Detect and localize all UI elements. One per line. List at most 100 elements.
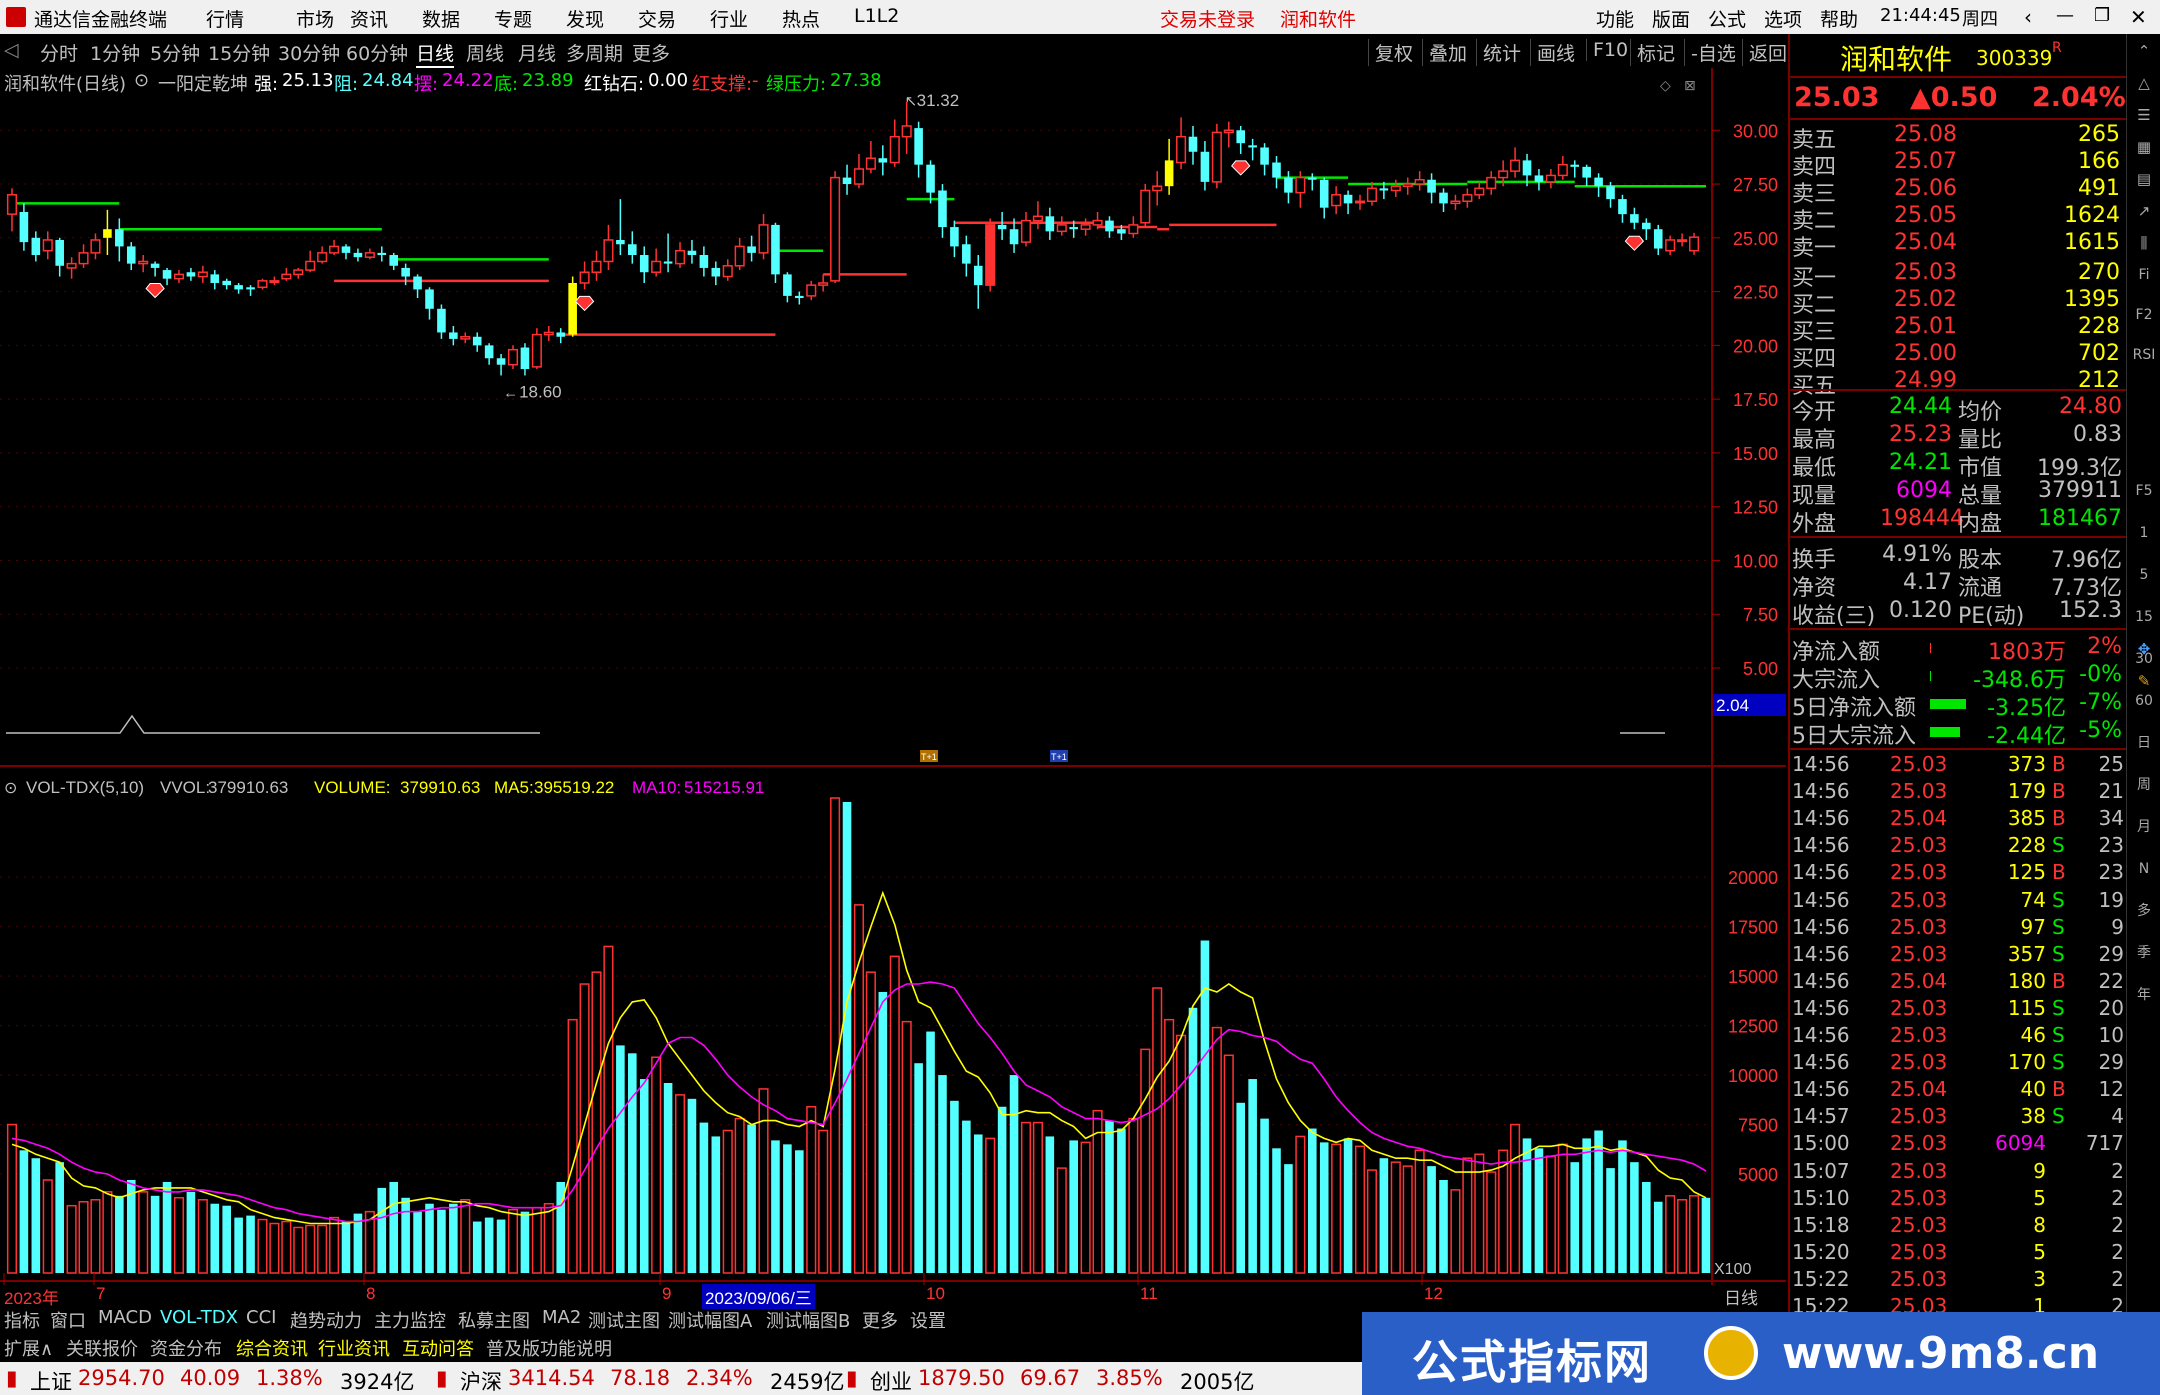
indicator-tab-4[interactable]: CCI (246, 1307, 276, 1328)
indicator-tab-7[interactable]: 私募主图 (458, 1307, 530, 1333)
indicator-tab-8[interactable]: MA2 (542, 1307, 581, 1328)
close-icon[interactable]: ✕ (2130, 5, 2147, 29)
sidebar-item-13[interactable]: 多 (2131, 898, 2157, 924)
period-tab-4[interactable]: 30分钟 (278, 39, 340, 66)
period-tab-10[interactable]: 更多 (632, 39, 670, 66)
indicator-tab-5[interactable]: 趋势动力 (290, 1307, 362, 1333)
period-tab-2[interactable]: 5分钟 (150, 39, 200, 66)
formula-name[interactable]: 一阳定乾坤 (158, 70, 248, 96)
period-tab-0[interactable]: 分时 (40, 39, 78, 66)
sidebar-item-5[interactable]: 5 (2131, 562, 2157, 588)
sidebar-item-1[interactable]: F2 (2131, 302, 2157, 328)
sidebar-item-4[interactable]: 1 (2131, 520, 2157, 546)
period-tab-1[interactable]: 1分钟 (90, 39, 140, 66)
collapse-icon[interactable]: ◁ (4, 39, 19, 61)
login-status-link[interactable]: 交易未登录 (1160, 5, 1255, 32)
toolbar-btn-7[interactable]: 返回 (1742, 39, 1787, 66)
indicator-tab-6[interactable]: 主力监控 (374, 1307, 446, 1333)
bid-row[interactable]: 买三 25.01 228 (1790, 314, 2128, 345)
period-tab-3[interactable]: 15分钟 (208, 39, 270, 66)
candlestick-chart[interactable]: 30.00 27.50 25.00 22.50 20.00 17.50 15.00 12.50… (0, 68, 1786, 768)
sidebar-item-14[interactable]: 季 (2131, 940, 2157, 966)
period-tab-7[interactable]: 周线 (466, 39, 504, 66)
period-tab-5[interactable]: 60分钟 (346, 39, 408, 66)
ask-row[interactable]: 卖一 25.04 1615 (1790, 230, 2128, 261)
menu-right-0[interactable]: 功能 (1596, 5, 1634, 32)
ask-row[interactable]: 卖五 25.08 265 (1790, 122, 2128, 153)
move-icon[interactable]: ✥ (2131, 636, 2157, 662)
chart-icon[interactable]: ▤ (2131, 166, 2157, 192)
menu-item-9[interactable]: L1L2 (854, 5, 899, 27)
ext-tab-0[interactable]: 扩展∧ (4, 1335, 53, 1361)
menu-item-1[interactable]: 市场 (296, 5, 334, 32)
ext-tab-4[interactable]: 行业资讯 (318, 1335, 390, 1361)
sidebar-item-9[interactable]: 日 (2131, 730, 2157, 756)
period-tab-8[interactable]: 月线 (518, 39, 556, 66)
back-arrow-icon[interactable]: ‹ (2024, 5, 2032, 29)
sidebar-item-10[interactable]: 周 (2131, 772, 2157, 798)
pen-icon[interactable]: ✎ (2131, 668, 2157, 694)
index-name[interactable]: 创业 (870, 1366, 912, 1395)
menu-right-4[interactable]: 帮助 (1820, 5, 1858, 32)
index-name[interactable]: 上证 (30, 1366, 72, 1395)
indicator-tab-2[interactable]: MACD (98, 1307, 152, 1328)
ext-tab-2[interactable]: 资金分布 (150, 1335, 222, 1361)
indicator-tab-3[interactable]: VOL-TDX (160, 1307, 238, 1328)
sidebar-item-6[interactable]: 15 (2131, 604, 2157, 630)
period-tab-6[interactable]: 日线 (416, 39, 455, 68)
restore-icon[interactable]: ❐ (2094, 5, 2110, 26)
minimize-icon[interactable]: — (2056, 5, 2074, 26)
menu-item-7[interactable]: 行业 (710, 5, 748, 32)
ask-row[interactable]: 卖四 25.07 166 (1790, 149, 2128, 180)
menu-item-2[interactable]: 资讯 (350, 5, 388, 32)
ext-tab-5[interactable]: 互动问答 (402, 1335, 474, 1361)
menu-item-6[interactable]: 交易 (638, 5, 676, 32)
indicator-tab-0[interactable]: 指标 (4, 1307, 40, 1333)
ext-tab-6[interactable]: 普及版功能说明 (486, 1335, 612, 1361)
sidebar-item-15[interactable]: 年 (2131, 982, 2157, 1008)
indicator-tab-10[interactable]: 测试幅图A (668, 1307, 752, 1333)
indicator-tab-1[interactable]: 窗口 (50, 1307, 86, 1333)
indicator-tab-9[interactable]: 测试主图 (588, 1307, 660, 1333)
toolbar-btn-3[interactable]: 画线 (1530, 39, 1575, 66)
toolbar-btn-2[interactable]: 统计 (1476, 39, 1521, 66)
menu-item-4[interactable]: 专题 (494, 5, 532, 32)
up-arrow-icon[interactable]: ⌃ (2131, 38, 2157, 64)
indicator-dropdown-icon[interactable]: ⊙ (4, 778, 17, 797)
bid-row[interactable]: 买二 25.02 1395 (1790, 287, 2128, 318)
menu-right-2[interactable]: 公式 (1708, 5, 1746, 32)
bid-row[interactable]: 买四 25.00 702 (1790, 341, 2128, 372)
up-icon[interactable]: △ (2131, 70, 2157, 96)
indicator-tab-13[interactable]: 设置 (910, 1307, 946, 1333)
ask-row[interactable]: 卖三 25.06 491 (1790, 176, 2128, 207)
trend-icon[interactable]: ↗ (2131, 198, 2157, 224)
menu-item-3[interactable]: 数据 (422, 5, 460, 32)
toolbar-btn-0[interactable]: 复权 (1368, 39, 1413, 66)
sidebar-item-0[interactable]: Fi (2131, 262, 2157, 288)
menu-right-1[interactable]: 版面 (1652, 5, 1690, 32)
toolbar-btn-5[interactable]: 标记 (1630, 39, 1675, 66)
index-name[interactable]: 沪深 (460, 1366, 502, 1395)
ext-tab-1[interactable]: 关联报价 (66, 1335, 138, 1361)
volume-chart[interactable]: 20000 17500 15000 12500 10000 7500 5000 X100 ⊙ VO… (0, 768, 1786, 1285)
toolbar-btn-1[interactable]: 叠加 (1422, 39, 1467, 66)
menu-item-0[interactable]: 行情 (206, 5, 244, 32)
ask-row[interactable]: 卖二 25.05 1624 (1790, 203, 2128, 234)
ext-tab-3[interactable]: 综合资讯 (236, 1335, 308, 1361)
sidebar-item-12[interactable]: N (2131, 856, 2157, 882)
indicator-tab-11[interactable]: 测试幅图B (766, 1307, 850, 1333)
menu-right-3[interactable]: 选项 (1764, 5, 1802, 32)
bid-row[interactable]: 买一 25.03 270 (1790, 260, 2128, 291)
period-tab-9[interactable]: 多周期 (566, 39, 623, 66)
sidebar-item-3[interactable]: F5 (2131, 478, 2157, 504)
list-icon[interactable]: ☰ (2131, 102, 2157, 128)
sidebar-item-2[interactable]: RSI (2131, 342, 2157, 368)
kline-icon[interactable]: ⫼ (2131, 230, 2157, 256)
grid-icon[interactable]: ▦ (2131, 134, 2157, 160)
menu-item-8[interactable]: 热点 (782, 5, 820, 32)
indicator-tab-12[interactable]: 更多 (862, 1307, 898, 1333)
toolbar-btn-6[interactable]: -自选 (1684, 39, 1736, 66)
sidebar-item-11[interactable]: 月 (2131, 814, 2157, 840)
menu-item-5[interactable]: 发现 (566, 5, 604, 32)
toolbar-btn-4[interactable]: F10 (1586, 39, 1628, 61)
